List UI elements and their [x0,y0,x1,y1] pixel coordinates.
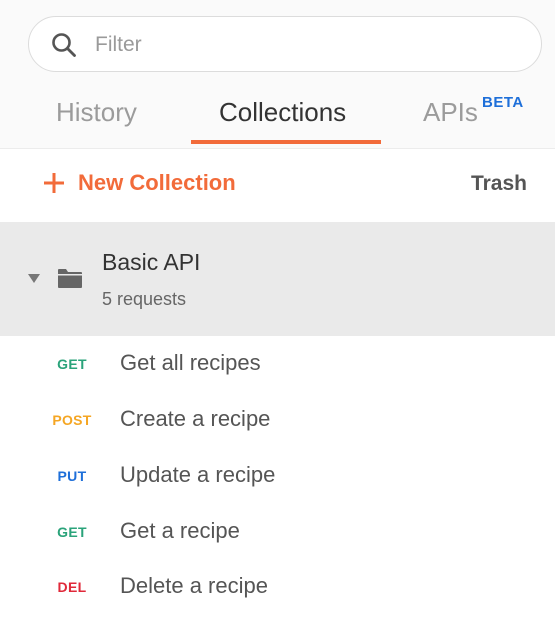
method-badge: DEL [57,579,87,595]
request-name: Get a recipe [120,518,240,543]
caret-down-icon[interactable] [28,274,40,284]
request-item[interactable]: DEL Delete a recipe [0,561,555,617]
request-name: Create a recipe [120,406,271,431]
collection-name: Basic API [102,249,201,275]
tab-collections[interactable]: Collections [219,96,346,128]
tab-apis[interactable]: APIs [423,96,478,128]
method-badge: POST [52,412,92,428]
folder-icon [58,269,82,288]
request-item[interactable]: GET Get a recipe [0,506,555,562]
new-collection-label: New Collection [78,170,236,195]
tab-history[interactable]: History [56,96,137,128]
plus-icon [44,173,64,193]
request-item[interactable]: POST Create a recipe [0,394,555,450]
collection-request-count: 5 requests [102,289,187,309]
beta-badge: BETA [482,94,524,111]
collection-row[interactable]: Basic API 5 requests [0,222,555,336]
sidebar-header: History Collections APIs BETA [0,0,555,149]
request-item[interactable]: GET Get all recipes [0,338,555,394]
request-item[interactable]: PUT Update a recipe [0,450,555,506]
method-badge: PUT [57,468,87,484]
trash-button[interactable]: Trash [471,172,527,196]
search-icon [52,33,76,57]
method-badge: GET [57,524,87,540]
request-name: Update a recipe [120,462,276,487]
request-name: Get all recipes [120,350,261,375]
active-tab-indicator [191,140,381,144]
request-name: Delete a recipe [120,573,268,598]
search-input[interactable] [95,28,515,62]
new-collection-button[interactable]: New Collection [42,170,236,196]
method-badge: GET [57,356,87,372]
search-box[interactable] [28,16,542,72]
